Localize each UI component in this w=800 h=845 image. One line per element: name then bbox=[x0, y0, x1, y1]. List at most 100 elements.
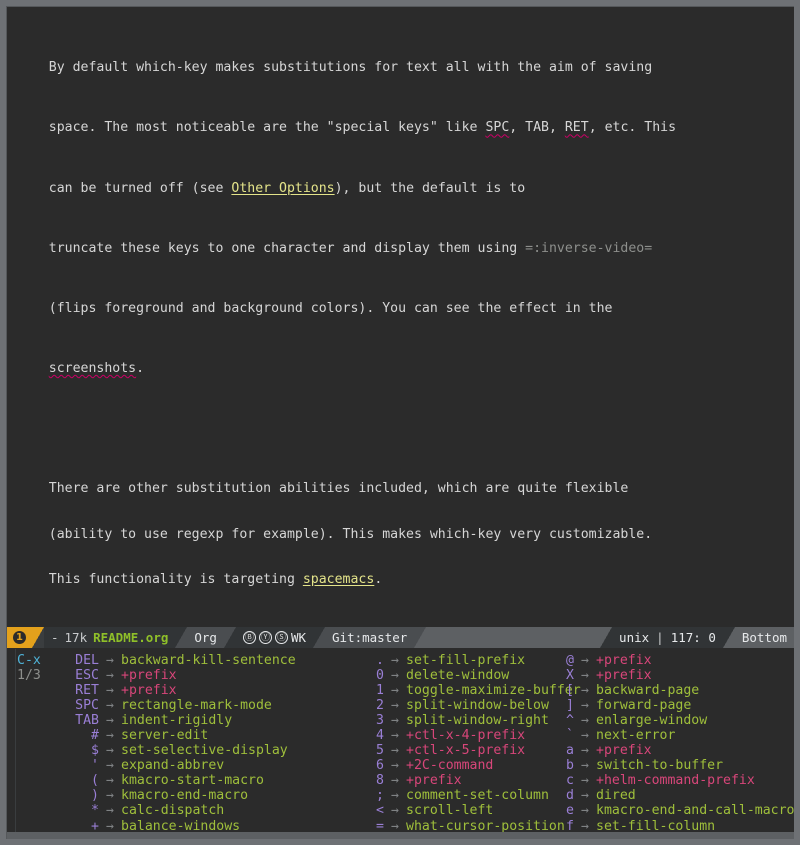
modeline-separator bbox=[722, 627, 735, 648]
text-line: This functionality is targeting spacemac… bbox=[17, 572, 794, 587]
which-key-key: d bbox=[566, 788, 574, 804]
which-key-binding[interactable]: * → calc-dispatch bbox=[61, 803, 346, 818]
which-key-binding[interactable]: @ → +prefix bbox=[536, 653, 736, 668]
which-key-binding[interactable]: ^ → enlarge-window bbox=[536, 713, 736, 728]
which-key-binding[interactable]: 1 → toggle-maximize-buffer bbox=[346, 683, 581, 699]
vcs-branch[interactable]: Git:master bbox=[325, 627, 415, 648]
spell-icon[interactable]: Ⓢ bbox=[274, 631, 288, 644]
arrow-icon: → bbox=[581, 743, 589, 759]
which-key-binding[interactable]: ; → comment-set-column bbox=[346, 788, 549, 803]
which-key-description: indent-rigidly bbox=[121, 713, 233, 729]
which-key-key: X bbox=[566, 668, 574, 684]
org-link-other-options[interactable]: Other Options bbox=[231, 181, 334, 196]
which-key-gutter bbox=[17, 728, 61, 743]
which-key-binding[interactable]: SPC → rectangle-mark-mode bbox=[61, 698, 346, 713]
which-key-description: +ctl-x-5-prefix bbox=[406, 743, 526, 759]
arrow-icon: → bbox=[106, 668, 114, 684]
which-key-key: DEL bbox=[75, 653, 99, 668]
which-key-binding[interactable]: c → +helm-command-prefix bbox=[536, 773, 755, 788]
buffer-info[interactable]: - 17k README.org bbox=[44, 627, 176, 648]
text-run: (ability to use regexp for example). Thi… bbox=[48, 526, 653, 542]
which-key-scrollbar[interactable] bbox=[7, 832, 794, 839]
left-fringe bbox=[7, 7, 17, 615]
which-key-key: 6 bbox=[376, 758, 384, 774]
which-key-binding[interactable]: ' → expand-abbrev bbox=[61, 758, 346, 773]
buffer-name[interactable]: README.org bbox=[93, 627, 168, 648]
which-key-key: # bbox=[91, 728, 99, 744]
which-key-minor-mode[interactable]: WK bbox=[291, 627, 306, 648]
position-separator: | bbox=[656, 630, 664, 645]
modeline-filler bbox=[426, 627, 601, 648]
bookmark-icon[interactable]: Ⓑ bbox=[242, 631, 256, 644]
org-link-spacemacs[interactable]: spacemacs bbox=[303, 572, 374, 587]
arrow-icon: → bbox=[391, 668, 399, 684]
which-key-binding[interactable]: $ → set-selective-display bbox=[61, 743, 346, 758]
which-key-binding[interactable]: < → scroll-left bbox=[346, 803, 536, 818]
which-key-key: . bbox=[376, 653, 384, 668]
which-key-binding[interactable]: ) → kmacro-end-macro bbox=[61, 788, 346, 803]
which-key-binding[interactable]: # → server-edit bbox=[61, 728, 346, 743]
window-number-badge: 1 bbox=[7, 627, 32, 648]
which-key-binding[interactable]: 6 → +2C-command bbox=[346, 758, 536, 773]
which-key-description: delete-window bbox=[406, 668, 510, 684]
minor-modes[interactable]: Ⓑ Ⓨ Ⓢ WK bbox=[235, 627, 314, 648]
mode-line[interactable]: 1 - 17k README.org Org Ⓑ Ⓨ Ⓢ WK Git:mast… bbox=[7, 627, 794, 648]
misspelled-word: RET bbox=[564, 120, 589, 136]
vcs-label: Git:master bbox=[332, 630, 408, 645]
coding-system: unix bbox=[619, 630, 650, 645]
which-key-gutter bbox=[17, 743, 61, 758]
text-line: truncate these keys to one character and… bbox=[17, 241, 794, 256]
which-key-binding[interactable]: TAB → indent-rigidly bbox=[61, 713, 346, 728]
buffer-modified-flag: - bbox=[51, 630, 59, 645]
which-key-row: # → server-edit 4 → +ctl-x-4-prefix ` → next-err… bbox=[17, 728, 794, 743]
which-key-binding[interactable]: (→ kmacro-start-macro bbox=[61, 773, 346, 788]
which-key-binding[interactable]: X → +prefix bbox=[536, 668, 736, 683]
buffer-position-info[interactable]: unix | 117: 0 bbox=[612, 627, 723, 648]
which-key-row: $ → set-selective-display 5 → +ctl-x-5-prefix… bbox=[17, 743, 794, 758]
which-key-binding[interactable]: 2 → split-window-below bbox=[346, 698, 549, 714]
which-key-binding[interactable]: e → kmacro-end-and-call-macro bbox=[536, 803, 794, 818]
which-key-binding[interactable]: b → switch-to-buffer bbox=[536, 758, 736, 773]
yasnippet-icon[interactable]: Ⓨ bbox=[258, 631, 272, 644]
cursor-position: 117: 0 bbox=[670, 630, 716, 645]
which-key-binding[interactable]: 3 → split-window-right bbox=[346, 713, 549, 729]
which-key-description: backward-page bbox=[596, 683, 700, 699]
which-key-key: 3 bbox=[376, 713, 384, 729]
arrow-icon: → bbox=[391, 683, 399, 699]
which-key-binding[interactable]: DEL → backward-kill-sentence bbox=[61, 653, 346, 668]
arrow-icon: → bbox=[106, 758, 114, 774]
which-key-binding[interactable]: RET → +prefix bbox=[61, 683, 346, 698]
which-key-fringe bbox=[7, 649, 16, 839]
which-key-page-indicator: 1/3 bbox=[17, 668, 41, 684]
text-run: (flips foreground and background colors)… bbox=[48, 300, 613, 316]
text-line: There are other substitution abilities i… bbox=[17, 481, 794, 496]
which-key-binding[interactable]: ] → forward-page bbox=[536, 698, 736, 713]
which-key-binding[interactable]: 8 → +prefix bbox=[346, 773, 536, 788]
text-line: can be turned off (see Other Options), b… bbox=[17, 181, 794, 196]
which-key-binding[interactable]: ESC → +prefix bbox=[61, 668, 346, 683]
major-mode[interactable]: Org bbox=[187, 627, 224, 648]
which-key-binding[interactable]: 5 → +ctl-x-5-prefix bbox=[346, 743, 536, 758]
arrow-icon: → bbox=[391, 698, 399, 714]
which-key-description: +prefix bbox=[121, 668, 177, 684]
which-key-binding[interactable]: 0 → delete-window bbox=[346, 668, 536, 683]
which-key-binding[interactable]: a → +prefix bbox=[536, 743, 736, 758]
which-key-description: +prefix bbox=[121, 683, 177, 699]
which-key-binding[interactable]: 4 → +ctl-x-4-prefix bbox=[346, 728, 536, 743]
which-key-binding[interactable]: d → dired bbox=[536, 788, 736, 803]
org-buffer[interactable]: By default which-key makes substitutions… bbox=[7, 7, 794, 615]
which-key-description: scroll-left bbox=[406, 803, 494, 819]
arrow-icon: → bbox=[391, 758, 399, 774]
which-key-binding[interactable]: [→ backward-page bbox=[536, 683, 736, 698]
text-run: . bbox=[136, 361, 145, 377]
which-key-key: < bbox=[376, 803, 384, 819]
which-key-binding[interactable]: ` → next-error bbox=[536, 728, 736, 743]
misspelled-word: screenshots bbox=[48, 361, 137, 377]
which-key-binding[interactable]: . → set-fill-prefix bbox=[346, 653, 536, 668]
which-key-key: ) bbox=[91, 788, 99, 804]
which-key-description: comment-set-column bbox=[406, 788, 549, 804]
modeline-separator bbox=[600, 627, 613, 648]
arrow-icon: → bbox=[581, 653, 589, 668]
which-key-key: 0 bbox=[376, 668, 384, 684]
